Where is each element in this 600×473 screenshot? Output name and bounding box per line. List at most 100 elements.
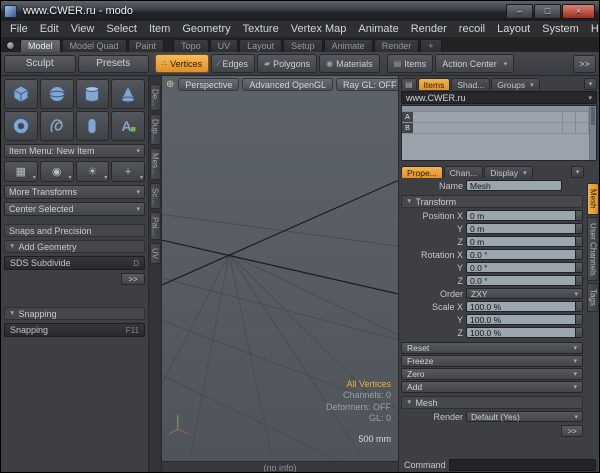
workspace-tab-setup[interactable]: Setup [283, 39, 323, 52]
visibility-cell[interactable] [563, 123, 576, 133]
scale-y-field[interactable]: 100.0 % [466, 314, 583, 325]
edges-tab[interactable]: ∕ Edges [211, 54, 255, 73]
item-list-scrollbar[interactable] [589, 106, 596, 160]
category-tab-user-channels[interactable]: User Channels [587, 217, 599, 282]
menu-animate[interactable]: Animate [352, 22, 404, 36]
add-geometry-header[interactable]: ▼ Add Geometry [4, 240, 145, 253]
add-button[interactable]: Add ▾ [401, 381, 583, 393]
sds-subdivide-button[interactable]: SDS Subdivide D [4, 256, 145, 270]
workspace-tab-model-quad[interactable]: Model Quad [62, 39, 127, 52]
item-list-row-a[interactable]: A [402, 112, 589, 123]
snaps-precision-header[interactable]: Snaps and Precision [4, 224, 145, 237]
scene-dropdown[interactable]: www.CWER.ru ▾ [401, 91, 597, 104]
rotation-y-field[interactable]: 0.0 ° [466, 262, 583, 273]
menu-layout[interactable]: Layout [491, 22, 536, 36]
workspace-tab-topo[interactable]: Topo [173, 39, 209, 52]
sphere-tool-button[interactable] [40, 79, 74, 109]
field-spinner[interactable] [575, 250, 582, 259]
zero-button[interactable]: Zero ▾ [401, 368, 583, 380]
menu-texture[interactable]: Texture [237, 22, 285, 36]
sculpt-button[interactable]: Sculpt [4, 55, 76, 73]
polygons-tab[interactable]: ▰ Polygons [257, 54, 317, 73]
menu-select[interactable]: Select [100, 22, 143, 36]
camera-view-dropdown[interactable]: Perspective [178, 78, 239, 91]
cylinder-tool-button[interactable] [76, 79, 110, 109]
field-spinner[interactable] [575, 302, 582, 311]
scale-z-field[interactable]: 100.0 % [466, 327, 583, 338]
materials-tab[interactable]: ◉ Materials [319, 54, 380, 73]
tab-items[interactable]: Items [418, 78, 451, 90]
menu-vertex-map[interactable]: Vertex Map [285, 22, 353, 36]
field-spinner[interactable] [575, 237, 582, 246]
tab-groups[interactable]: Groups ▾ [491, 78, 539, 90]
field-spinner[interactable] [575, 276, 582, 285]
menu-help[interactable]: Help [585, 22, 600, 36]
maximize-button[interactable]: □ [534, 4, 561, 19]
scale-x-field[interactable]: 100.0 % [466, 301, 583, 312]
snapping-toggle-button[interactable]: Snapping F11 [4, 323, 145, 337]
presets-button[interactable]: Presets [78, 55, 150, 73]
properties-options-button[interactable]: ▾ [571, 166, 584, 178]
item-menu-dropdown[interactable]: Item Menu: New Item ▾ [4, 144, 145, 158]
field-spinner[interactable] [575, 315, 582, 324]
workspace-tab-uv[interactable]: UV [210, 39, 239, 52]
camera-item-button[interactable]: ◉ ▾ [40, 161, 74, 182]
field-spinner[interactable] [575, 263, 582, 272]
toolbox-tab-deform[interactable]: De... [150, 84, 161, 111]
tab-shader-tree[interactable]: Shad... [451, 78, 490, 90]
layout-switcher-icon[interactable] [6, 41, 15, 50]
item-list-row-b[interactable]: B [402, 123, 589, 134]
cone-tool-button[interactable] [111, 79, 145, 109]
menu-recoil[interactable]: recoil [453, 22, 491, 36]
menu-system[interactable]: System [536, 22, 585, 36]
capsule-tool-button[interactable] [76, 111, 110, 141]
scrollbar-thumb[interactable] [591, 107, 595, 125]
freeze-button[interactable]: Freeze ▾ [401, 355, 583, 367]
locator-item-button[interactable]: + ▾ [111, 161, 145, 182]
list-view-icon-tab[interactable]: ▤ [401, 78, 417, 90]
action-center-dropdown[interactable]: Action Center ▾ [435, 54, 514, 73]
items-mode-button[interactable]: ▤ Items [387, 54, 434, 73]
snapping-header[interactable]: ▼ Snapping [4, 307, 145, 320]
light-item-button[interactable]: ☀ ▾ [76, 161, 110, 182]
close-button[interactable]: × [562, 4, 595, 19]
toolbox-tab-mesh-edit[interactable]: Mes... [150, 148, 161, 180]
lock-cell[interactable] [576, 112, 589, 122]
workspace-tab-render[interactable]: Render [374, 39, 420, 52]
field-spinner[interactable] [575, 328, 582, 337]
visibility-cell[interactable] [563, 112, 576, 122]
rotation-x-field[interactable]: 0.0 ° [466, 249, 583, 260]
menu-item[interactable]: Item [143, 22, 176, 36]
text-tool-button[interactable]: A [111, 111, 145, 141]
toolbox-tab-paint[interactable]: Pai... [150, 212, 161, 240]
menu-edit[interactable]: Edit [34, 22, 65, 36]
order-dropdown[interactable]: ZXY ▾ [466, 288, 583, 299]
position-y-field[interactable]: 0 m [466, 223, 583, 234]
panel-options-button[interactable]: ▾ [584, 78, 597, 90]
workspace-tab-paint[interactable]: Paint [128, 39, 165, 52]
center-selected-dropdown[interactable]: Center Selected ▾ [4, 202, 145, 216]
more-transforms-dropdown[interactable]: More Transforms ▾ [4, 185, 145, 199]
name-field[interactable]: Mesh [466, 180, 562, 191]
mesh-item-button[interactable]: ▦ ▾ [4, 161, 38, 182]
position-z-field[interactable]: 0 m [466, 236, 583, 247]
toolbox-tab-uv[interactable]: UV [150, 243, 161, 264]
toolbox-tab-duplicate[interactable]: Dup... [150, 114, 161, 145]
field-spinner[interactable] [575, 211, 582, 220]
viewport-canvas[interactable]: All Vertices Channels: 0 Deformers: OFF … [162, 93, 398, 461]
tab-properties[interactable]: Prope... [401, 166, 443, 178]
menu-geometry[interactable]: Geometry [176, 22, 236, 36]
render-dropdown[interactable]: Default (Yes) ▾ [466, 411, 583, 422]
menu-file[interactable]: File [4, 22, 34, 36]
category-tab-mesh[interactable]: Mesh [587, 183, 599, 215]
toolbox-tab-sculpt[interactable]: Sc... [150, 183, 161, 209]
workspace-tab-add[interactable]: + [420, 39, 441, 52]
workspace-tab-model[interactable]: Model [20, 39, 61, 52]
tab-display[interactable]: Display ▾ [484, 166, 532, 178]
menu-render[interactable]: Render [405, 22, 453, 36]
minimize-button[interactable]: – [506, 4, 533, 19]
command-input[interactable] [449, 459, 596, 471]
toolbar-expand-button[interactable]: >> [573, 55, 596, 73]
shading-mode-dropdown[interactable]: Advanced OpenGL [242, 78, 333, 91]
workspace-tab-animate[interactable]: Animate [324, 39, 373, 52]
